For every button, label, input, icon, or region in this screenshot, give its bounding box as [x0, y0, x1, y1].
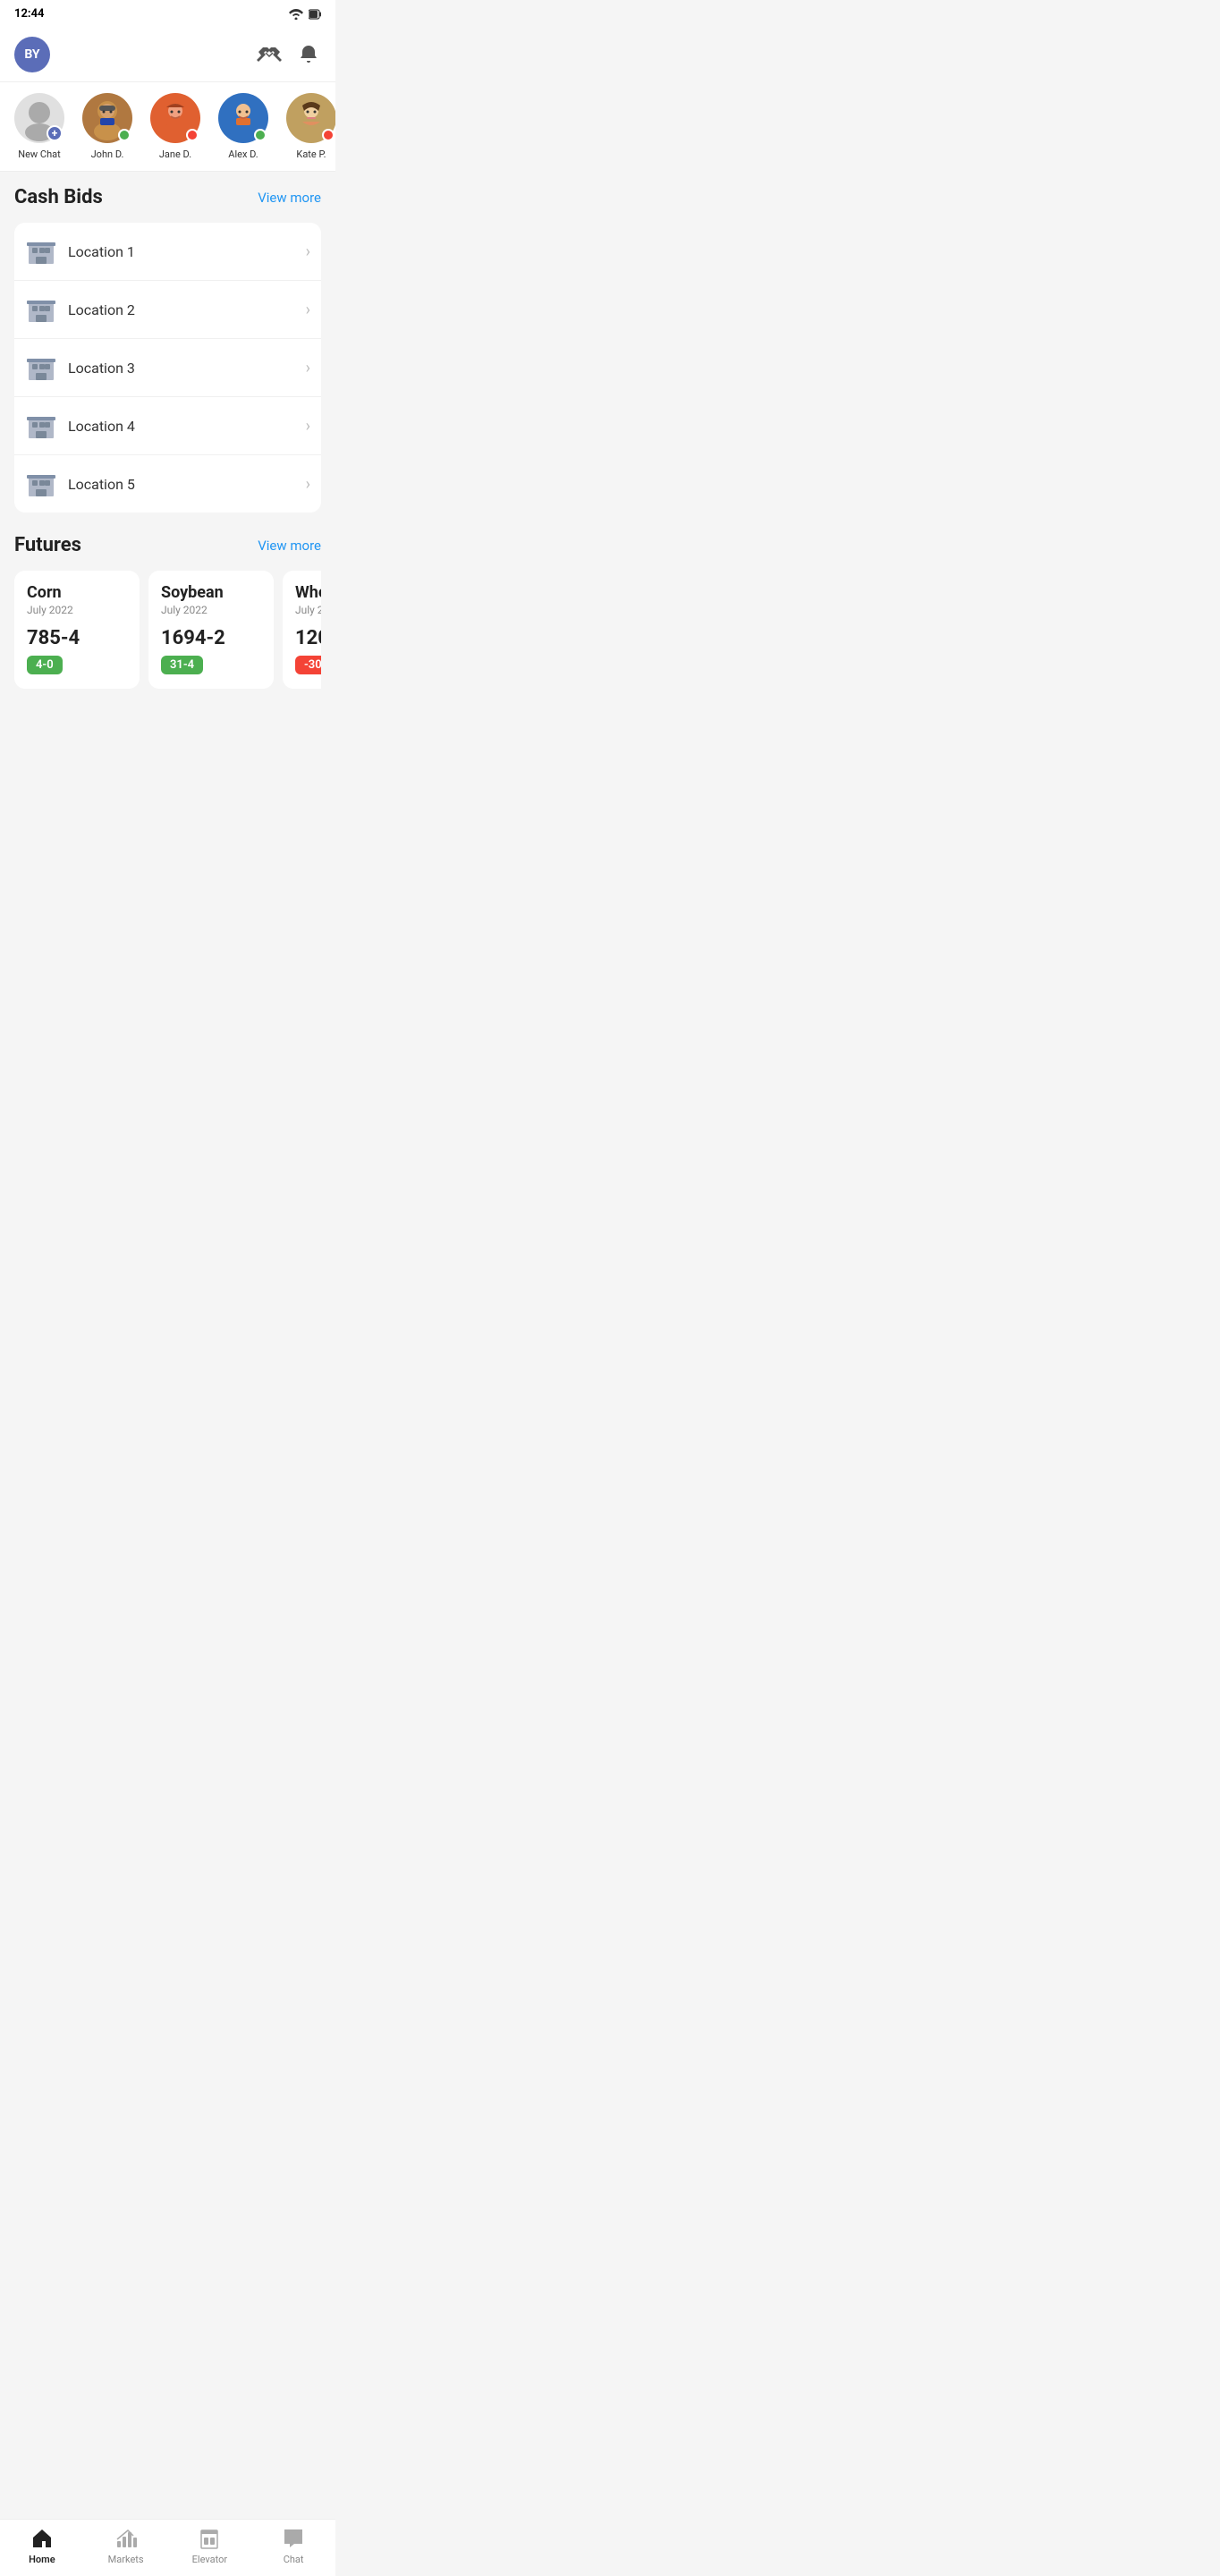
- contact-jane[interactable]: Jane D.: [143, 93, 208, 160]
- location-list: Location 1 › Location 2 ›: [14, 223, 321, 513]
- nav-label-elevator: Elevator: [192, 2554, 227, 2565]
- futures-change-corn: 4-0: [27, 656, 63, 674]
- contact-name-john: John D.: [91, 148, 124, 160]
- location-item-5[interactable]: Location 5 ›: [14, 455, 321, 513]
- chevron-right-icon-4: ›: [306, 417, 310, 436]
- location-name-3: Location 3: [68, 360, 295, 377]
- chevron-right-icon-3: ›: [306, 359, 310, 377]
- futures-price-corn: 785-4: [27, 627, 127, 649]
- status-dot-offline-kate: [322, 129, 335, 141]
- nav-chat[interactable]: Chat: [267, 2527, 320, 2565]
- contact-new-chat[interactable]: + New Chat: [7, 93, 72, 160]
- contact-name-kate: Kate P.: [296, 148, 326, 160]
- location-name-1: Location 1: [68, 243, 295, 260]
- contact-john[interactable]: John D.: [75, 93, 140, 160]
- status-icons: [289, 9, 321, 20]
- nav-home[interactable]: Home: [15, 2527, 69, 2565]
- building-icon-2: [25, 293, 57, 326]
- home-icon: [30, 2527, 54, 2550]
- futures-title: Futures: [14, 534, 81, 556]
- user-avatar[interactable]: BY: [14, 37, 50, 72]
- futures-crop-corn: Corn: [27, 583, 127, 602]
- new-chat-plus-icon: +: [47, 125, 63, 141]
- location-item-2[interactable]: Location 2 ›: [14, 281, 321, 339]
- building-icon-1: [25, 235, 57, 267]
- futures-card-soybean[interactable]: Soybean July 2022 1694-2 31-4: [148, 571, 274, 689]
- location-name-4: Location 4: [68, 418, 295, 435]
- futures-cards-container: Corn July 2022 785-4 4-0 Soybean July 20…: [14, 571, 321, 692]
- header: BY: [0, 28, 335, 82]
- building-icon-4: [25, 410, 57, 442]
- nav-elevator[interactable]: Elevator: [182, 2527, 236, 2565]
- futures-price-wheat: 1200-: [295, 627, 321, 649]
- chevron-right-icon-1: ›: [306, 242, 310, 261]
- contact-name-alex: Alex D.: [228, 148, 258, 160]
- futures-change-soybean: 31-4: [161, 656, 203, 674]
- location-item-1[interactable]: Location 1 ›: [14, 223, 321, 281]
- building-icon-5: [25, 468, 57, 500]
- futures-card-corn[interactable]: Corn July 2022 785-4 4-0: [14, 571, 140, 689]
- chevron-right-icon-2: ›: [306, 301, 310, 319]
- building-icon-3: [25, 352, 57, 384]
- status-dot-offline: [186, 129, 199, 141]
- location-item-3[interactable]: Location 3 ›: [14, 339, 321, 397]
- chevron-right-icon-5: ›: [306, 475, 310, 494]
- contact-name-new-chat: New Chat: [18, 148, 60, 160]
- nav-label-markets: Markets: [108, 2554, 144, 2565]
- futures-month-soybean: July 2022: [161, 604, 261, 616]
- location-item-4[interactable]: Location 4 ›: [14, 397, 321, 455]
- futures-crop-wheat: Whea...: [295, 583, 321, 602]
- futures-header: Futures View more: [14, 534, 321, 556]
- wifi-icon: [289, 9, 303, 20]
- markets-icon: [114, 2527, 138, 2550]
- nav-label-home: Home: [29, 2554, 55, 2565]
- futures-price-soybean: 1694-2: [161, 627, 261, 649]
- nav-label-chat: Chat: [284, 2554, 304, 2565]
- futures-change-wheat: -30-6: [295, 656, 321, 674]
- cash-bids-view-more[interactable]: View more: [258, 190, 321, 206]
- contact-name-jane: Jane D.: [159, 148, 191, 160]
- cash-bids-title: Cash Bids: [14, 186, 103, 208]
- header-action-icons: [257, 42, 321, 67]
- futures-month-wheat: July 2022...: [295, 604, 321, 616]
- futures-view-more[interactable]: View more: [258, 538, 321, 554]
- contact-kate[interactable]: Kate P.: [279, 93, 335, 160]
- main-content: Cash Bids View more Location 1 ›: [0, 172, 335, 778]
- contact-alex[interactable]: Alex D.: [211, 93, 275, 160]
- status-dot-online: [118, 129, 131, 141]
- status-time: 12:44: [14, 7, 45, 21]
- futures-card-wheat[interactable]: Whea... July 2022... 1200- -30-6: [283, 571, 321, 689]
- bottom-nav: Home Markets Elevator: [0, 2519, 335, 2576]
- elevator-icon: [198, 2527, 221, 2550]
- location-name-5: Location 5: [68, 476, 295, 493]
- futures-crop-soybean: Soybean: [161, 583, 261, 602]
- status-dot-online-alex: [254, 129, 267, 141]
- nav-markets[interactable]: Markets: [99, 2527, 153, 2565]
- status-bar: 12:44: [0, 0, 335, 28]
- location-name-2: Location 2: [68, 301, 295, 318]
- handshake-icon[interactable]: [257, 42, 282, 67]
- chat-icon: [282, 2527, 305, 2550]
- futures-month-corn: July 2022: [27, 604, 127, 616]
- cash-bids-header: Cash Bids View more: [14, 186, 321, 208]
- contacts-row: + New Chat John D.: [0, 82, 335, 172]
- futures-section: Futures View more Corn July 2022 785-4 4…: [14, 534, 321, 692]
- battery-icon: [309, 9, 321, 20]
- notification-icon[interactable]: [296, 42, 321, 67]
